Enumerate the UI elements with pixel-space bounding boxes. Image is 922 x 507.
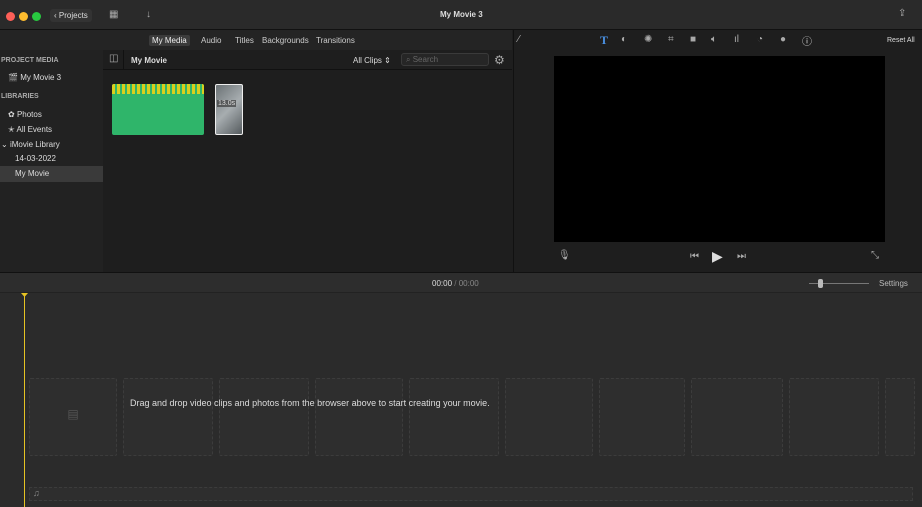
reset-all-button[interactable]: Reset All [887, 37, 915, 44]
chevron-down-icon: ⌄ [1, 140, 8, 149]
waveform [112, 84, 204, 94]
clip-filter-select[interactable]: All Clips ⇕ [353, 56, 391, 65]
media-tabs: My Media Audio Titles Backgrounds Transi… [0, 30, 512, 50]
stabilization-icon[interactable]: ■ [690, 34, 696, 45]
timecode: 00:00 / 00:00 [432, 279, 479, 288]
window-title: My Movie 3 [440, 10, 483, 19]
sidebar-toggle-icon[interactable]: ◫ [109, 53, 118, 64]
tab-titles[interactable]: Titles [232, 35, 257, 46]
sidebar-item-photos[interactable]: ✿ Photos [8, 107, 111, 122]
skip-forward-icon[interactable]: ⏭︎ [737, 251, 746, 262]
projects-button[interactable]: ‹ Projects [50, 9, 92, 22]
sidebar-item-label: Photos [16, 110, 42, 119]
share-icon[interactable]: ⇪ [898, 8, 906, 19]
gear-icon[interactable]: ⚙ [494, 53, 505, 67]
libraries-heading: LIBRARIES [1, 93, 39, 100]
timeline-slot [789, 378, 879, 456]
timeline-hint: Drag and drop video clips and photos fro… [130, 398, 490, 408]
sidebar-item-all-events[interactable]: ✭ All Events [8, 122, 111, 137]
media-layout-icon[interactable]: ▦ [109, 9, 118, 20]
sidebar-item-project[interactable]: 🎬 My Movie 3 [8, 70, 111, 85]
sidebar-item-label: My Movie 3 [20, 73, 62, 82]
timeline-slot [691, 378, 783, 456]
timeline-slot [599, 378, 685, 456]
tab-my-media[interactable]: My Media [149, 35, 190, 46]
titles-tool-icon[interactable]: T [600, 33, 608, 48]
viewer: ⁄ T ◐ ✺ ⌗ ■ 🔈︎ ıl ◔ ● ⓘ Reset All 🎙︎ ⏮︎ … [513, 30, 922, 272]
sidebar-item-label: All Events [16, 125, 53, 134]
microphone-icon[interactable]: 🎙︎ [558, 250, 571, 261]
speed-icon[interactable]: ◔ [757, 34, 763, 45]
timeline-settings-button[interactable]: Settings [879, 279, 908, 288]
skip-back-icon[interactable]: ⏮︎ [690, 251, 699, 262]
star-icon: ✭ [8, 125, 15, 134]
close-window-button[interactable] [6, 12, 15, 21]
crop-icon[interactable]: ⌗ [668, 34, 674, 45]
tab-audio[interactable]: Audio [198, 35, 224, 46]
projects-label: Projects [58, 11, 88, 20]
magic-wand-icon[interactable]: ⁄ [518, 34, 520, 45]
search-placeholder: Search [412, 55, 439, 64]
sidebar-item-my-movie[interactable]: My Movie [0, 166, 103, 182]
libraries-sidebar: PROJECT MEDIA 🎬 My Movie 3 LIBRARIES ✿ P… [0, 50, 103, 272]
equalizer-icon[interactable]: ıl [734, 34, 739, 45]
clip-duration-badge: 13.0s [217, 100, 237, 107]
timeline-toolbar: 00:00 / 00:00 Settings [0, 272, 922, 293]
browser-title: My Movie [131, 56, 168, 65]
timeline-slot [505, 378, 593, 456]
audio-clip-thumbnail[interactable] [112, 84, 204, 135]
clip-placeholder-icon: ▤ [67, 407, 79, 421]
sidebar-item-imovie-library[interactable]: ⌄ iMovie Library [1, 137, 104, 152]
zoom-slider[interactable] [809, 279, 869, 288]
browser-header: ◫ My Movie All Clips ⇕ ⌕ Search ⚙ [103, 50, 512, 70]
timecode-separator: / [454, 279, 457, 288]
sidebar-item-label: iMovie Library [9, 140, 60, 149]
color-balance-icon[interactable]: ◐ [621, 34, 627, 45]
title-bar: ‹ Projects ▦ ↓ My Movie 3 ⇪ [0, 0, 922, 30]
clip-filter-value: All Clips [353, 56, 382, 65]
music-note-icon: ♫ [33, 488, 40, 498]
clapper-icon: 🎬 [8, 73, 18, 82]
zoom-slider-thumb[interactable] [818, 279, 823, 288]
play-icon[interactable]: ▶ [712, 248, 723, 265]
timeline-slot: ▤ [29, 378, 117, 456]
audio-track[interactable]: ♫ [29, 487, 913, 501]
zoom-window-button[interactable] [32, 12, 41, 21]
video-clip-thumbnail[interactable]: 13.0s [215, 84, 243, 135]
import-icon[interactable]: ↓ [146, 9, 151, 20]
search-input[interactable]: ⌕ Search [401, 53, 489, 66]
photos-icon: ✿ [8, 110, 15, 119]
clip-filter-icon[interactable]: ● [780, 34, 786, 45]
timeline-slot [219, 378, 309, 456]
tab-backgrounds[interactable]: Backgrounds [259, 35, 312, 46]
minimize-window-button[interactable] [19, 12, 28, 21]
fullscreen-icon[interactable]: ⤡ [871, 250, 879, 261]
timeline-slot [885, 378, 915, 456]
tab-transitions[interactable]: Transitions [313, 35, 358, 46]
project-media-heading: PROJECT MEDIA [1, 57, 59, 64]
media-browser: ◫ My Movie All Clips ⇕ ⌕ Search ⚙ 13.0s [103, 50, 512, 272]
timeline-slot [123, 378, 213, 456]
timeline-slot [315, 378, 403, 456]
current-time: 00:00 [432, 279, 453, 288]
video-preview[interactable] [554, 56, 885, 242]
total-time: 00:00 [458, 279, 479, 288]
info-icon[interactable]: ⓘ [802, 33, 812, 48]
volume-icon[interactable]: 🔈︎ [711, 34, 717, 45]
color-palette-icon[interactable]: ✺ [644, 34, 652, 45]
playhead[interactable] [24, 293, 25, 507]
timeline-slot [409, 378, 499, 456]
